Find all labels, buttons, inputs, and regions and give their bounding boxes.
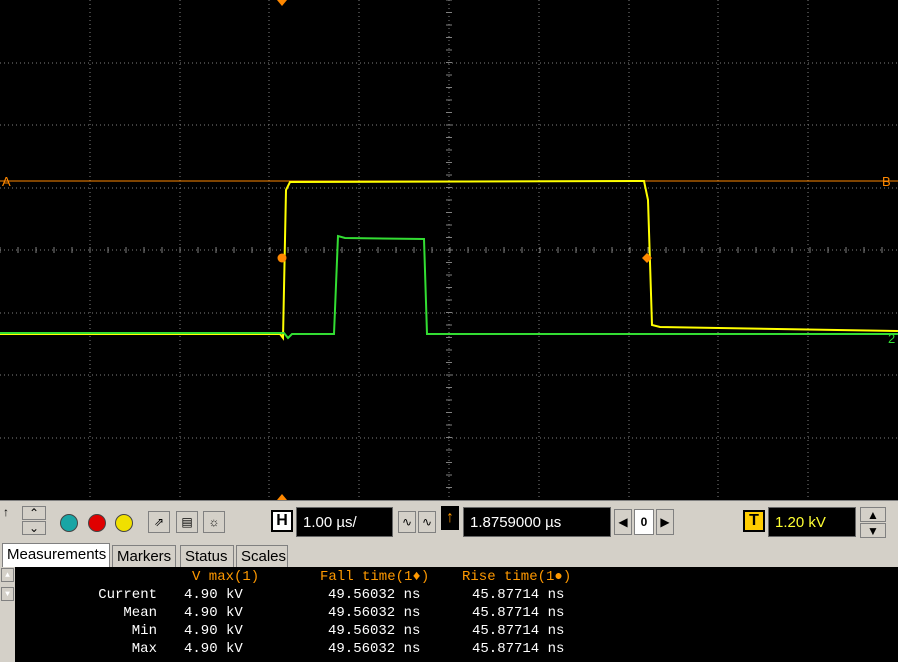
scrollbar-down-icon[interactable]: ▼ bbox=[1, 587, 14, 601]
scrollbar-up-icon[interactable]: ▲ bbox=[1, 568, 14, 582]
scroll-down-button[interactable]: ⌄ bbox=[22, 521, 46, 535]
mean-vmax: 4.90 kV bbox=[184, 605, 243, 621]
control-toolbar: ↑ ⌃ ⌄ ⇗ ▤ ☼ H 1.00 µs/ ∿ ∿ ↑ 1.8759000 µ… bbox=[0, 500, 898, 543]
tab-measurements[interactable]: Measurements bbox=[2, 543, 110, 567]
delay-zero-button[interactable]: 0 bbox=[634, 509, 654, 535]
current-fall-time: 49.56032 ns bbox=[328, 587, 421, 603]
min-vmax: 4.90 kV bbox=[184, 623, 243, 639]
delay-marker-top bbox=[277, 0, 287, 6]
tab-markers[interactable]: Markers bbox=[112, 545, 176, 567]
header-rise-time: Rise time(1●) bbox=[462, 569, 572, 585]
tab-scales[interactable]: Scales bbox=[236, 545, 288, 567]
row-label-current: Current bbox=[98, 587, 157, 603]
measurements-panel: ▲ ▼ V max(1) Fall time(1♦) Rise time(1●)… bbox=[0, 567, 898, 662]
min-fall-time: 49.56032 ns bbox=[328, 623, 421, 639]
row-label-mean: Mean bbox=[123, 605, 157, 621]
waveform-area: A B 2 bbox=[0, 0, 898, 500]
tab-status[interactable]: Status bbox=[180, 545, 234, 567]
channel-3-circle-icon[interactable] bbox=[60, 514, 78, 532]
min-rise-time: 45.87714 ns bbox=[472, 623, 565, 639]
timebase-field[interactable]: 1.00 µs/ bbox=[296, 507, 393, 537]
current-rise-time: 45.87714 ns bbox=[472, 587, 565, 603]
row-label-min: Min bbox=[131, 623, 157, 639]
delay-icon: ↑ bbox=[441, 506, 459, 530]
marker-a-label: A bbox=[2, 174, 11, 189]
rise-time-marker bbox=[277, 253, 287, 263]
scroll-up-button[interactable]: ⌃ bbox=[22, 506, 46, 520]
header-vmax: V max(1) bbox=[192, 569, 260, 585]
channel-1-circle-icon[interactable] bbox=[115, 514, 133, 532]
print-icon[interactable]: ▤ bbox=[176, 511, 198, 533]
mean-fall-time: 49.56032 ns bbox=[328, 605, 421, 621]
graticule-grid bbox=[0, 0, 898, 500]
channel-2-circle-icon[interactable] bbox=[88, 514, 106, 532]
tilde-button-1[interactable]: ∿ bbox=[398, 511, 416, 533]
current-vmax: 4.90 kV bbox=[184, 587, 243, 603]
arrow-up-icon[interactable]: ↑ bbox=[0, 505, 12, 519]
tilde-button-2[interactable]: ∿ bbox=[418, 511, 436, 533]
marker-b-label: B bbox=[882, 174, 891, 189]
delay-right-button[interactable]: ▶ bbox=[656, 509, 674, 535]
max-fall-time: 49.56032 ns bbox=[328, 641, 421, 657]
horizontal-label: H bbox=[271, 510, 293, 532]
max-rise-time: 45.87714 ns bbox=[472, 641, 565, 657]
trigger-level-field[interactable]: 1.20 kV bbox=[768, 507, 856, 537]
oscilloscope-display[interactable]: A B 2 bbox=[0, 0, 898, 500]
brightness-icon[interactable]: ☼ bbox=[203, 511, 225, 533]
mean-rise-time: 45.87714 ns bbox=[472, 605, 565, 621]
delay-field[interactable]: 1.8759000 µs bbox=[463, 507, 611, 537]
trigger-down-button[interactable]: ▼ bbox=[860, 523, 886, 538]
panel-scrollbar[interactable]: ▲ ▼ bbox=[0, 567, 15, 662]
channel-2-label: 2 bbox=[888, 331, 895, 346]
delay-left-button[interactable]: ◀ bbox=[614, 509, 632, 535]
header-fall-time: Fall time(1♦) bbox=[320, 569, 430, 585]
autoscale-icon[interactable]: ⇗ bbox=[148, 511, 170, 533]
max-vmax: 4.90 kV bbox=[184, 641, 243, 657]
tab-bar: Measurements Markers Status Scales bbox=[0, 543, 898, 567]
row-label-max: Max bbox=[131, 641, 157, 657]
trigger-up-button[interactable]: ▲ bbox=[860, 507, 886, 522]
trigger-label: T bbox=[743, 510, 765, 532]
